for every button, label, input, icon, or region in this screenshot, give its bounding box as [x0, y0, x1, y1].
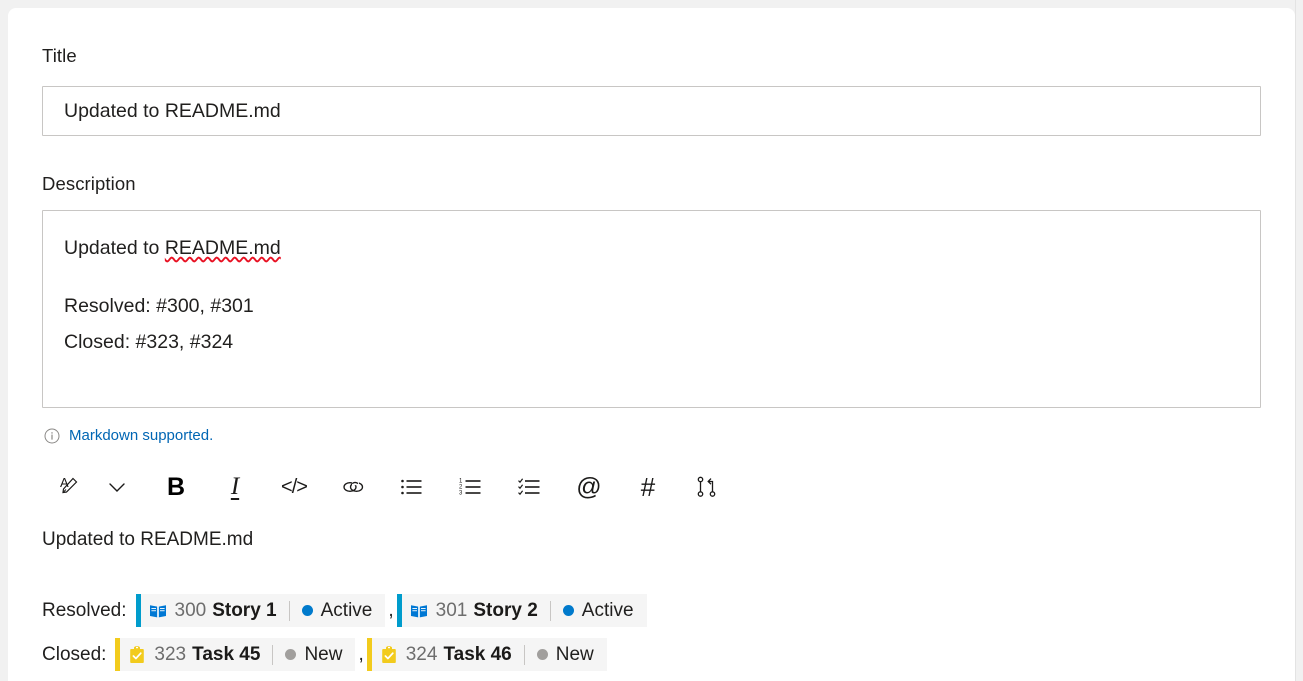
work-item-title: Story 2	[473, 599, 538, 621]
book-icon	[148, 601, 168, 621]
book-icon	[409, 601, 429, 621]
italic-icon[interactable]: I	[216, 468, 254, 506]
work-item-chip[interactable]: 324 Task 46 New	[366, 638, 607, 671]
clipboard-check-icon	[127, 645, 147, 665]
description-line-1: Updated to README.md	[64, 230, 1260, 266]
work-item-id: 300	[174, 599, 207, 621]
work-item-state: Active	[320, 599, 373, 621]
work-item-title: Task 46	[443, 643, 512, 665]
description-field-label: Description	[42, 173, 136, 194]
description-textarea[interactable]: Updated to README.md Resolved: #300, #30…	[42, 210, 1261, 408]
state-dot-icon	[285, 649, 297, 660]
description-blank-line	[64, 266, 1260, 288]
row-label-resolved: Resolved:	[42, 599, 127, 621]
preview-row-resolved: Resolved: 300 Story 1 Active , 301 Story…	[42, 594, 647, 627]
formatting-toolbar: A B I </> 1 2 3 @ #	[52, 463, 726, 511]
work-item-state: New	[304, 643, 343, 665]
preview-row-closed: Closed: 323 Task 45 New , 324 Task 46 Ne…	[42, 638, 607, 671]
info-circle-icon	[44, 428, 60, 444]
work-item-form-card: Title Description Updated to README.md R…	[8, 8, 1295, 681]
description-line-3: Closed: #323, #324	[64, 331, 234, 353]
work-item-title: Story 1	[212, 599, 277, 621]
svg-text:3: 3	[459, 491, 463, 497]
preview-heading: Updated to README.md	[42, 529, 254, 550]
clipboard-check-icon	[379, 645, 399, 665]
checklist-icon[interactable]	[511, 468, 549, 506]
state-dot-icon	[562, 605, 574, 616]
work-item-state: New	[555, 643, 594, 665]
work-item-state: Active	[581, 599, 634, 621]
page-root: Title Description Updated to README.md R…	[0, 0, 1303, 681]
chevron-down-icon[interactable]	[98, 468, 136, 506]
description-line-1-prefix: Updated to	[64, 237, 165, 259]
title-field-label: Title	[42, 45, 77, 66]
bulleted-list-icon[interactable]	[393, 468, 431, 506]
title-input[interactable]	[42, 86, 1261, 136]
row-label-closed: Closed:	[42, 643, 107, 665]
work-item-chip[interactable]: 301 Story 2 Active	[396, 594, 647, 627]
chip-separator: ,	[358, 643, 364, 665]
code-icon[interactable]: </>	[275, 468, 313, 506]
work-item-id: 301	[435, 599, 468, 621]
numbered-list-icon[interactable]: 1 2 3	[452, 468, 490, 506]
right-edge-rule	[1295, 0, 1296, 681]
work-item-chip[interactable]: 323 Task 45 New	[115, 638, 356, 671]
markdown-supported-label: Markdown supported.	[69, 427, 214, 444]
work-item-chip[interactable]: 300 Story 1 Active	[135, 594, 386, 627]
hashtag-icon[interactable]: #	[629, 468, 667, 506]
description-line-2: Resolved: #300, #301	[64, 295, 254, 317]
chip-separator: ,	[388, 599, 394, 621]
work-item-id: 323	[154, 643, 187, 665]
bold-icon[interactable]: B	[157, 468, 195, 506]
pull-request-icon[interactable]	[688, 468, 726, 506]
state-dot-icon	[536, 649, 548, 660]
mention-icon[interactable]: @	[570, 468, 608, 506]
link-icon[interactable]	[334, 468, 372, 506]
work-item-id: 324	[405, 643, 438, 665]
work-item-title: Task 45	[192, 643, 261, 665]
font-color-icon[interactable]: A	[52, 468, 90, 506]
state-dot-icon	[301, 605, 313, 616]
chip-divider	[549, 600, 551, 621]
description-line-1-misspelled-word: README.md	[164, 237, 281, 259]
chip-divider	[288, 600, 290, 621]
chip-divider	[272, 644, 274, 665]
markdown-supported-note: Markdown supported.	[44, 427, 213, 444]
chip-divider	[523, 644, 525, 665]
